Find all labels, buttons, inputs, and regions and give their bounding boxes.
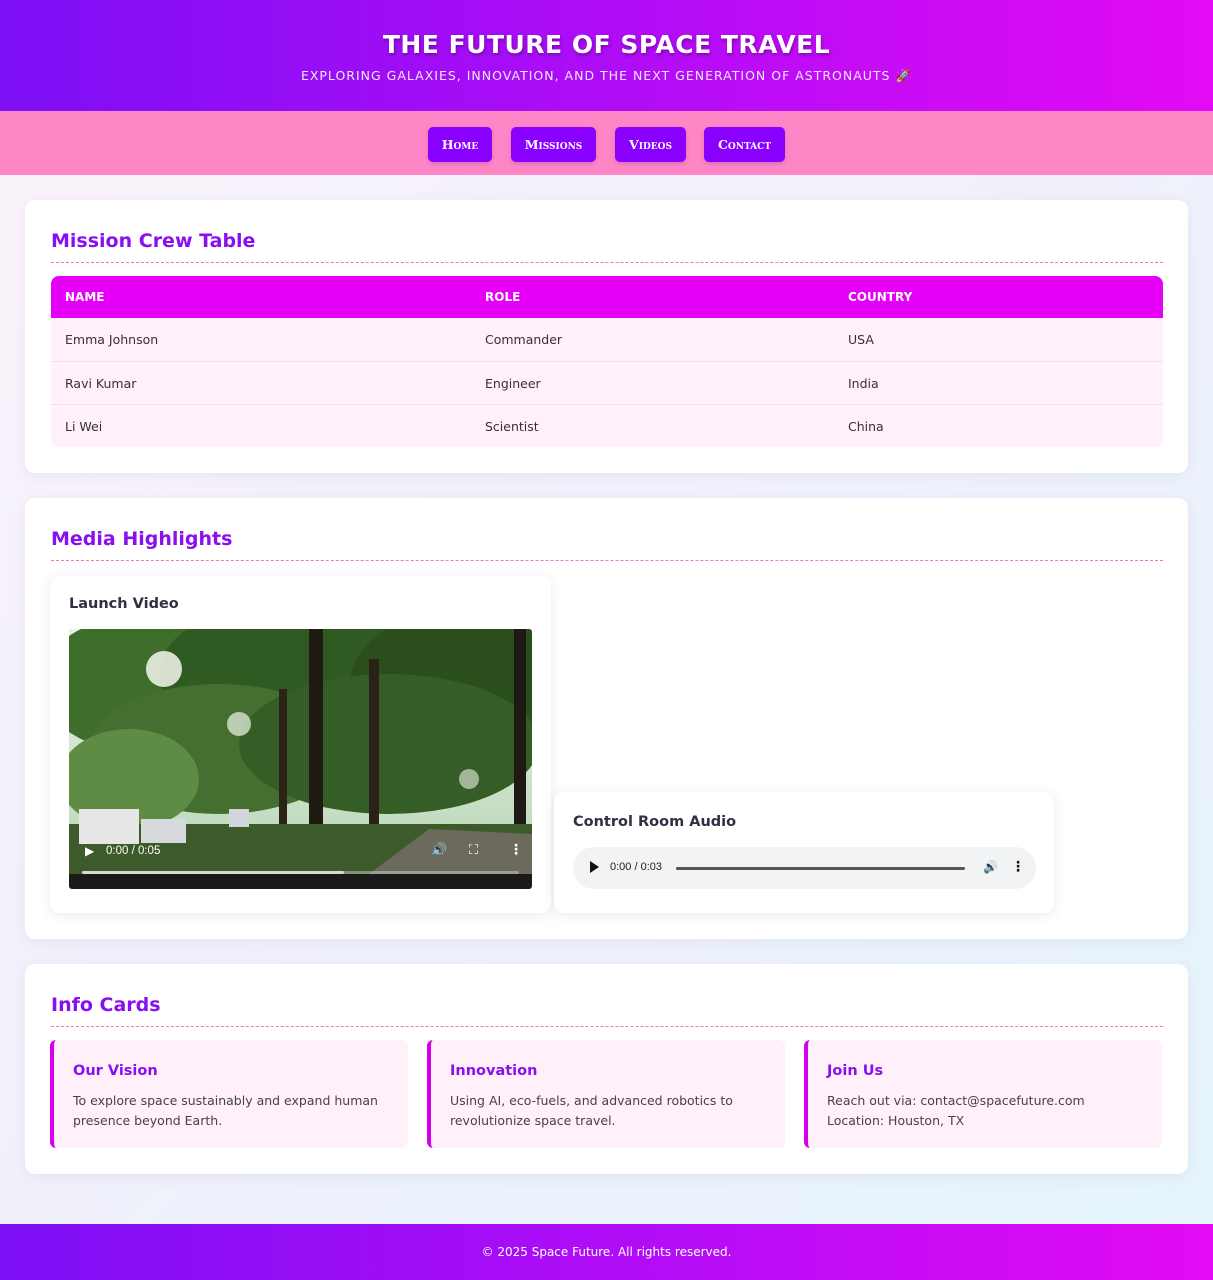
crew-table: NAME ROLE COUNTRY Emma Johnson Commander… [51, 276, 1163, 447]
media-section: Media Highlights Launch Video ▶ 0:00 / 0… [25, 498, 1188, 939]
contact-email-text: Reach out via: contact@spacefuture.com [827, 1093, 1085, 1108]
nav-contact-button[interactable]: Contact [704, 127, 785, 162]
section-divider [51, 560, 1163, 561]
nav-missions-button[interactable]: Missions [511, 127, 596, 162]
cell-country: China [848, 418, 884, 434]
table-row: Emma Johnson Commander USA [51, 318, 1163, 361]
column-header-name: NAME [65, 290, 105, 304]
footer-copyright: © 2025 Space Future. All rights reserved… [481, 1245, 732, 1259]
table-header-row: NAME ROLE COUNTRY [51, 276, 1163, 318]
info-card-title: Join Us [827, 1063, 884, 1079]
info-card-text: Using AI, eco-fuels, and advanced roboti… [450, 1093, 733, 1128]
site-footer: © 2025 Space Future. All rights reserved… [0, 1224, 1213, 1280]
info-card-text: To explore space sustainably and expand … [73, 1093, 378, 1128]
table-row: Li Wei Scientist China [51, 404, 1163, 447]
info-card-title: Our Vision [73, 1063, 158, 1079]
cell-role: Scientist [485, 418, 539, 434]
section-divider [51, 262, 1163, 263]
media-section-title: Media Highlights [51, 528, 233, 550]
video-progress-fill [82, 871, 345, 874]
play-icon[interactable]: ▶ [85, 845, 94, 857]
video-time: 0:00 / 0:05 [106, 845, 161, 857]
cell-role: Engineer [485, 375, 541, 391]
nav-videos-button[interactable]: Videos [615, 127, 686, 162]
crew-section: Mission Crew Table NAME ROLE COUNTRY Emm… [25, 200, 1188, 473]
info-card-text: Reach out via: contact@spacefuture.com L… [827, 1091, 1137, 1131]
column-header-role: ROLE [485, 290, 521, 304]
audio-progress-bar[interactable] [676, 867, 965, 870]
nav-bar: Home Missions Videos Contact [0, 111, 1213, 175]
fullscreen-icon[interactable]: ⛶ [469, 844, 478, 857]
audio-player[interactable]: 0:00 / 0:03 🔊 ⋮ [573, 847, 1036, 889]
nav-home-button[interactable]: Home [428, 127, 492, 162]
video-card: Launch Video ▶ 0:00 / 0:05 🔊 ⛶ ⋮ [50, 576, 551, 913]
more-options-icon[interactable]: ⋮ [1011, 859, 1025, 875]
cell-name: Ravi Kumar [65, 375, 137, 391]
audio-card: Control Room Audio 0:00 / 0:03 🔊 ⋮ [554, 792, 1054, 913]
video-thumbnail [69, 629, 532, 874]
video-progress-bar[interactable] [82, 871, 519, 874]
section-divider [51, 1026, 1163, 1027]
video-player[interactable]: ▶ 0:00 / 0:05 🔊 ⛶ ⋮ [69, 629, 532, 889]
audio-time: 0:00 / 0:03 [610, 861, 662, 873]
site-header: THE FUTURE OF SPACE TRAVEL EXPLORING GAL… [0, 0, 1213, 111]
column-header-country: COUNTRY [848, 290, 913, 304]
cell-name: Li Wei [65, 418, 103, 434]
site-title: THE FUTURE OF SPACE TRAVEL [382, 30, 831, 59]
cell-country: India [848, 375, 879, 391]
volume-icon[interactable]: 🔊 [983, 860, 998, 874]
info-card-vision: Our Vision To explore space sustainably … [50, 1040, 408, 1148]
location-text: Location: Houston, TX [827, 1113, 965, 1128]
cell-country: USA [848, 332, 874, 347]
info-card-innovation: Innovation Using AI, eco-fuels, and adva… [427, 1040, 785, 1148]
table-row: Ravi Kumar Engineer India [51, 361, 1163, 404]
cell-name: Emma Johnson [65, 332, 159, 347]
play-icon[interactable] [590, 861, 599, 873]
audio-title: Control Room Audio [573, 814, 737, 830]
info-section: Info Cards Our Vision To explore space s… [25, 964, 1188, 1174]
cell-role: Commander [485, 332, 563, 347]
info-section-title: Info Cards [51, 994, 161, 1016]
info-card-title: Innovation [450, 1063, 538, 1079]
info-card-join-us: Join Us Reach out via: contact@spacefutu… [804, 1040, 1162, 1148]
crew-section-title: Mission Crew Table [51, 230, 256, 252]
volume-icon[interactable]: 🔊 [431, 844, 447, 857]
more-options-icon[interactable]: ⋮ [509, 843, 523, 857]
site-subtitle: EXPLORING GALAXIES, INNOVATION, AND THE … [300, 68, 913, 83]
video-title: Launch Video [69, 596, 179, 612]
